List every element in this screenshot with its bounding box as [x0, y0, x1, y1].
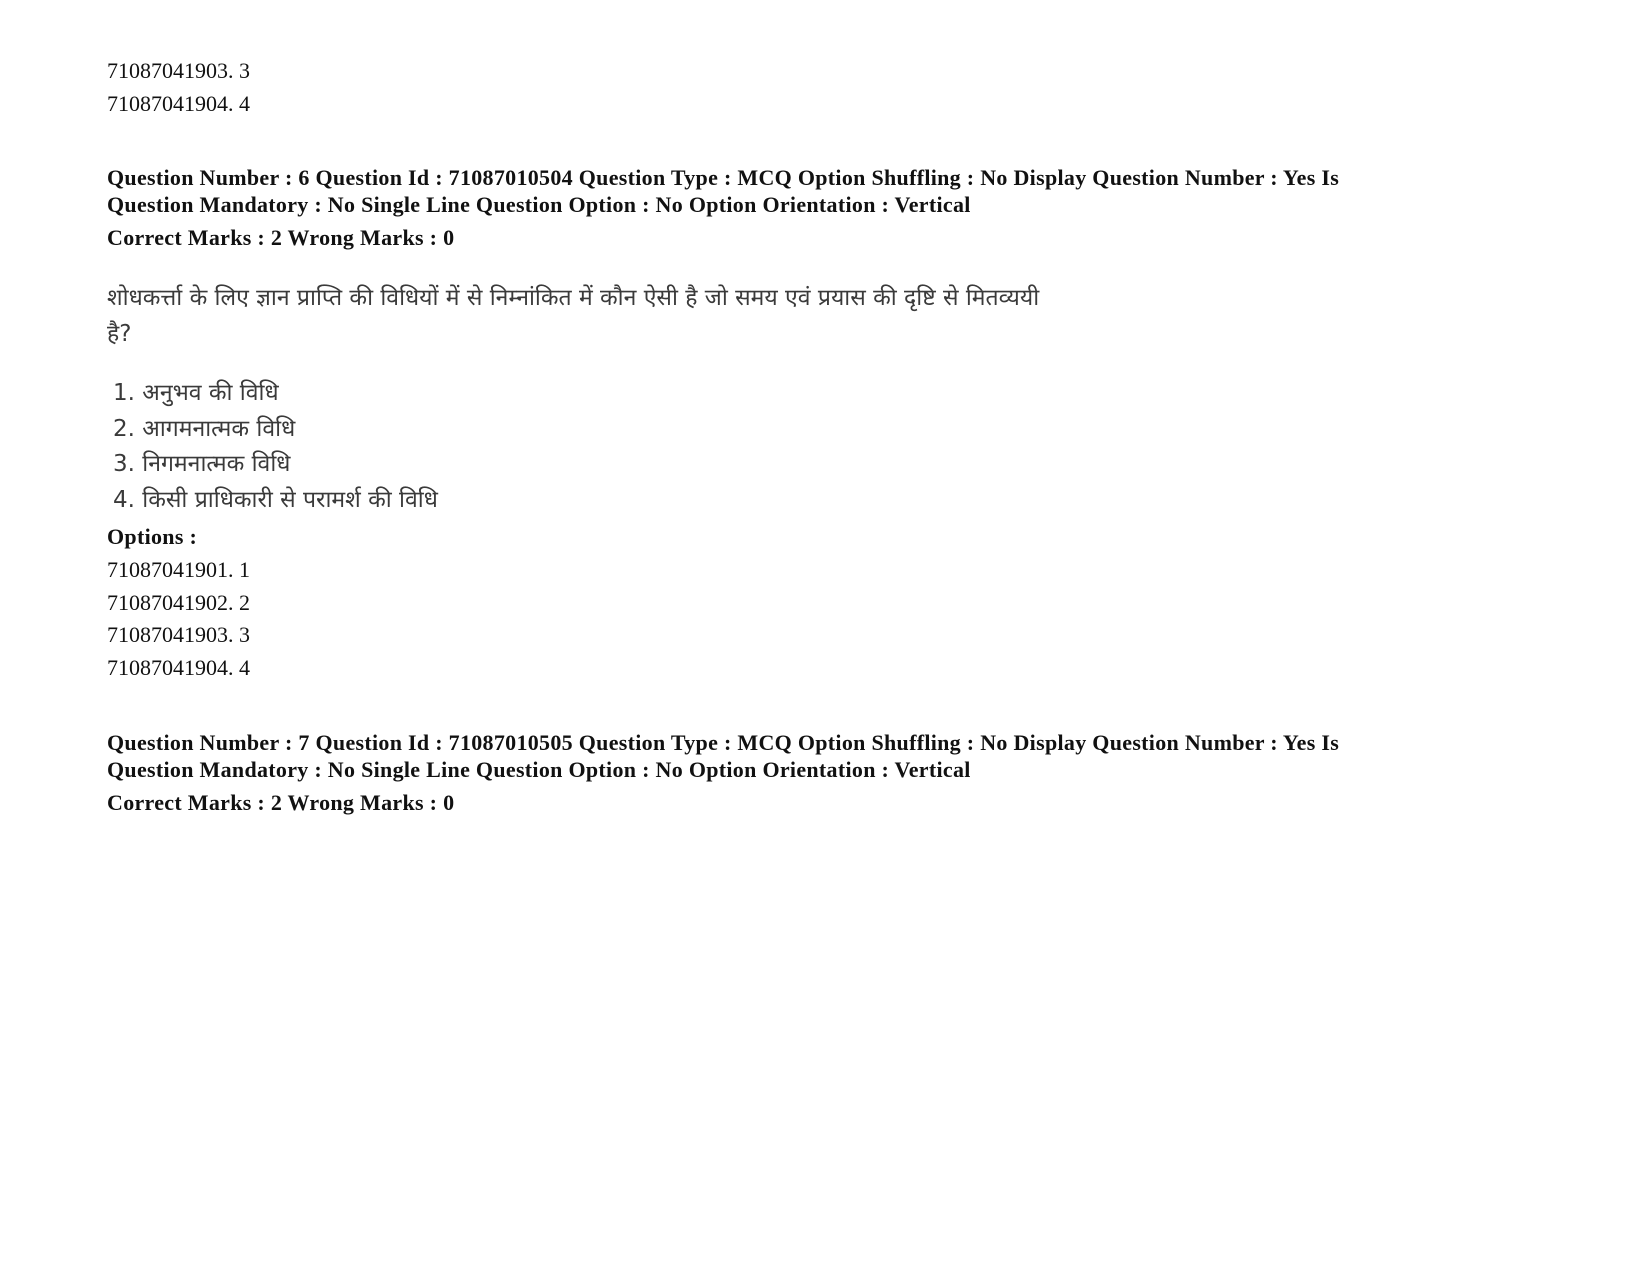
question-6-option-3: 71087041903. 3 [107, 622, 250, 647]
prev-option-3: 71087041903. 3 [107, 58, 250, 83]
question-6-marks: Correct Marks : 2 Wrong Marks : 0 [107, 225, 455, 250]
question-6-choice-4: 4. किसी प्राधिकारी से परामर्श की विधि [113, 487, 438, 513]
question-6-text-line1: शोधकर्त्ता के लिए ज्ञान प्राप्ति की विधि… [107, 285, 1040, 311]
question-7-meta-line2: Question Mandatory : No Single Line Ques… [107, 757, 971, 782]
question-6-choice-2: 2. आगमनात्मक विधि [113, 416, 296, 442]
question-6-option-1: 71087041901. 1 [107, 557, 250, 582]
prev-option-4: 71087041904. 4 [107, 91, 250, 116]
question-6-meta-line1: Question Number : 6 Question Id : 710870… [107, 165, 1340, 190]
question-6-option-4: 71087041904. 4 [107, 655, 250, 680]
question-7-marks: Correct Marks : 2 Wrong Marks : 0 [107, 790, 455, 815]
question-6-options-label: Options : [107, 524, 198, 549]
question-6-option-2: 71087041902. 2 [107, 590, 250, 615]
question-6-text-line2: है? [107, 321, 132, 347]
question-6-meta-line2: Question Mandatory : No Single Line Ques… [107, 192, 971, 217]
question-6-choice-1: 1. अनुभव की विधि [113, 380, 279, 406]
question-6-choice-3: 3. निगमनात्मक विधि [113, 451, 291, 477]
question-7-meta-line1: Question Number : 7 Question Id : 710870… [107, 730, 1340, 755]
